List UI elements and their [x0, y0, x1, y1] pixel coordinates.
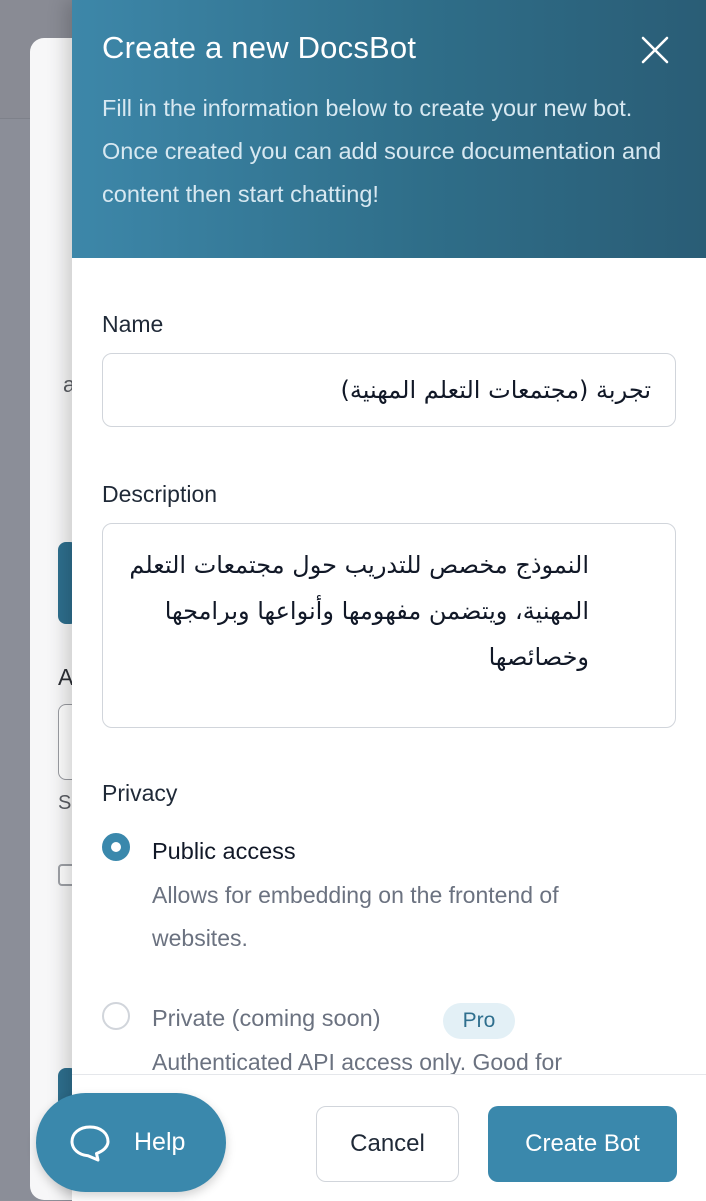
private-access-title[interactable]: Private (coming soon) — [152, 1005, 381, 1032]
panel-header: Create a new DocsBot Fill in the informa… — [72, 0, 706, 258]
panel-title: Create a new DocsBot — [102, 30, 417, 65]
description-label: Description — [102, 481, 218, 507]
help-button[interactable]: Help — [36, 1093, 226, 1192]
background-hint-fragment: S — [58, 792, 72, 814]
private-access-radio[interactable] — [102, 1002, 130, 1030]
name-label: Name — [102, 311, 164, 337]
create-docsbot-panel: Create a new DocsBot Fill in the informa… — [72, 0, 706, 1201]
close-button[interactable] — [635, 30, 675, 70]
pro-badge: Pro — [443, 1003, 515, 1039]
panel-subtitle: Fill in the information below to create … — [102, 95, 662, 207]
create-bot-button[interactable]: Create Bot — [488, 1106, 677, 1182]
privacy-label: Privacy — [102, 780, 178, 806]
description-textarea[interactable]: النموذج مخصص للتدريب حول مجتمعات التعلم … — [102, 523, 676, 728]
name-input[interactable]: تجربة (مجتمعات التعلم المهنية) — [102, 353, 676, 427]
cancel-button[interactable]: Cancel — [316, 1106, 459, 1182]
public-access-title[interactable]: Public access — [152, 838, 296, 865]
help-label: Help — [134, 1128, 186, 1156]
public-access-radio[interactable] — [102, 833, 130, 861]
close-icon — [641, 36, 669, 64]
public-access-description: Allows for embedding on the frontend of … — [152, 882, 559, 951]
chat-bubble-icon — [70, 1125, 110, 1162]
